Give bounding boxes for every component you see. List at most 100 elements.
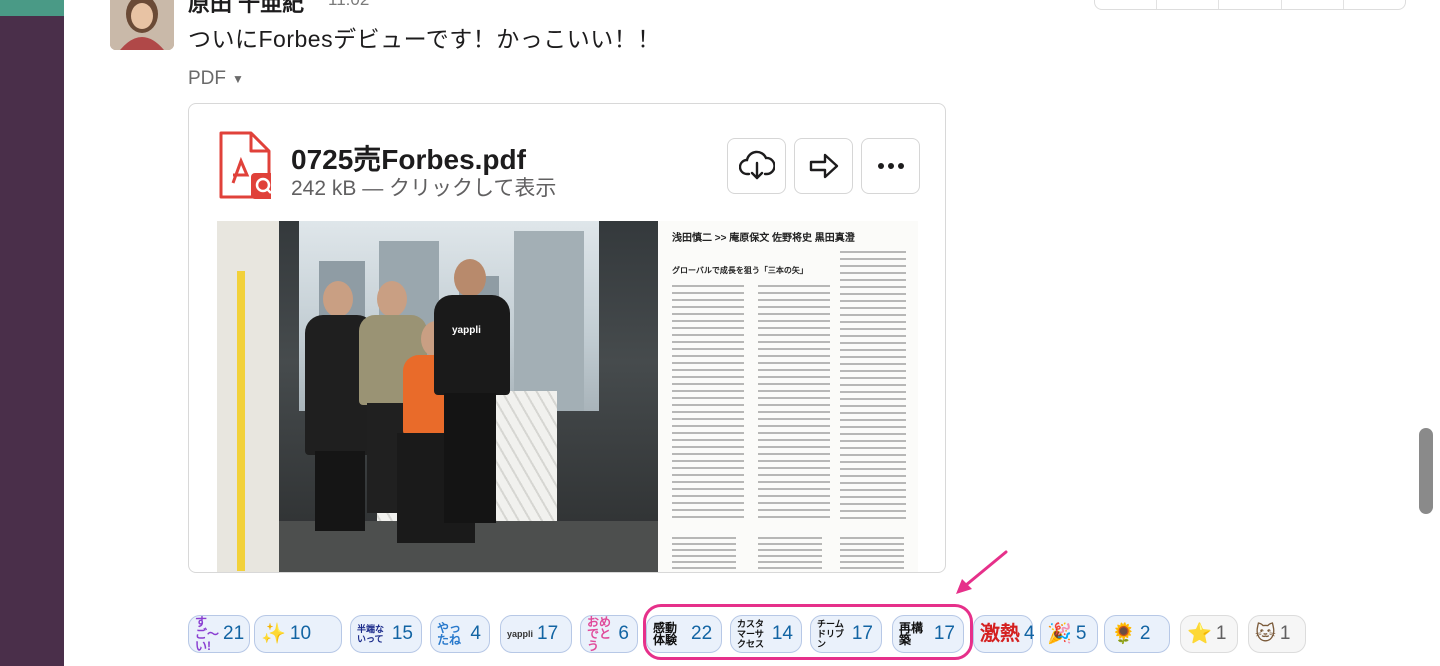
reaction-emoji: すご〜い! — [195, 615, 220, 653]
text-line — [758, 509, 830, 511]
text-line — [840, 335, 906, 337]
scrollbar[interactable] — [1419, 428, 1433, 514]
file-meta: 242 kB — クリックして表示 — [291, 177, 557, 200]
attachment-type-toggle[interactable]: PDF ▼ — [188, 68, 244, 90]
shirt-logo: yappli — [452, 325, 481, 336]
text-line — [758, 446, 830, 448]
text-line — [840, 279, 906, 281]
message-timestamp[interactable]: 11:02 — [328, 0, 369, 10]
text-line — [758, 285, 830, 287]
text-line — [758, 390, 830, 392]
reaction-pill[interactable]: ⭐ 1 — [1180, 615, 1238, 653]
message-action-share[interactable] — [1219, 0, 1282, 9]
text-line — [758, 543, 822, 545]
message-actions-toolbar[interactable] — [1094, 0, 1406, 10]
text-line — [840, 567, 904, 569]
text-line — [758, 369, 830, 371]
text-line — [672, 495, 744, 497]
text-line — [672, 341, 744, 343]
text-line — [758, 418, 830, 420]
avatar[interactable] — [110, 0, 174, 50]
message-action-save[interactable] — [1282, 0, 1344, 9]
text-line — [840, 440, 906, 442]
text-line — [672, 299, 744, 301]
text-line — [758, 439, 830, 441]
reaction-pill[interactable]: yappli 17 — [500, 615, 572, 653]
attachment-type-label: PDF — [188, 68, 226, 89]
text-line — [672, 446, 744, 448]
text-line — [758, 481, 830, 483]
reaction-pill[interactable]: 半端ないって 15 — [350, 615, 422, 653]
text-line — [758, 292, 830, 294]
annotation-highlight — [643, 604, 973, 660]
more-button[interactable] — [861, 138, 920, 194]
reaction-count: 17 — [537, 623, 559, 644]
text-line — [672, 334, 744, 336]
text-line — [672, 306, 744, 308]
reaction-pill[interactable]: 激熱 4 — [973, 615, 1035, 653]
pdf-preview[interactable]: yappli 浅田慎二 >> 庵原保文 佐野将史 黒田真澄 グローバルで成長を狙… — [217, 221, 918, 572]
text-line — [758, 516, 830, 518]
text-line — [758, 334, 830, 336]
download-button[interactable] — [727, 138, 786, 194]
text-line — [758, 362, 830, 364]
message-action-reaction[interactable] — [1095, 0, 1158, 9]
text-line — [840, 489, 906, 491]
text-line — [672, 543, 736, 545]
text-line — [672, 348, 744, 350]
text-line — [840, 496, 906, 498]
text-line — [840, 412, 906, 414]
text-line — [672, 418, 744, 420]
text-line — [758, 355, 830, 357]
text-line — [672, 383, 744, 385]
reaction-pill[interactable]: ✨ 10 — [254, 615, 342, 653]
text-line — [672, 509, 744, 511]
reaction-pill[interactable]: すご〜い! 21 — [188, 615, 250, 653]
text-line — [672, 502, 744, 504]
reaction-count: 10 — [289, 623, 312, 644]
text-line — [840, 300, 906, 302]
text-line — [840, 265, 906, 267]
reaction-emoji: 🐱 — [1255, 623, 1276, 645]
text-line — [840, 398, 906, 400]
text-line — [672, 453, 744, 455]
reaction-pill[interactable]: 🎉 5 — [1040, 615, 1098, 653]
reaction-pill[interactable]: おめでとう 6 — [580, 615, 638, 653]
text-line — [840, 426, 906, 428]
reaction-pill[interactable]: やったね 4 — [430, 615, 490, 653]
text-line — [758, 327, 830, 329]
text-line — [758, 299, 830, 301]
text-line — [672, 488, 744, 490]
message-action-more[interactable] — [1344, 0, 1405, 9]
text-line — [840, 461, 906, 463]
text-line — [840, 468, 906, 470]
text-line — [672, 474, 744, 476]
text-line — [840, 251, 906, 253]
text-line — [672, 327, 744, 329]
text-line — [758, 537, 822, 539]
text-line — [840, 537, 904, 539]
text-line — [758, 488, 830, 490]
preview-text-page: 浅田慎二 >> 庵原保文 佐野将史 黒田真澄 グローバルで成長を狙う「三本の矢」 — [658, 221, 918, 572]
reaction-pill[interactable]: 🐱 1 — [1248, 615, 1306, 653]
text-line — [840, 314, 906, 316]
text-line — [672, 355, 744, 357]
text-line — [758, 341, 830, 343]
reaction-emoji: 🌻 — [1111, 623, 1136, 645]
reaction-count: 4 — [470, 623, 481, 644]
caret-down-icon: ▼ — [232, 71, 244, 86]
sidebar-accent — [0, 0, 64, 16]
message-author[interactable]: 原田 千亜紀 — [188, 0, 304, 18]
text-line — [758, 555, 822, 557]
file-card[interactable]: 0725売Forbes.pdf 242 kB — クリックして表示 yappli… — [188, 103, 946, 573]
workspace-sidebar — [0, 0, 64, 666]
text-line — [840, 342, 906, 344]
reaction-emoji: ✨ — [261, 623, 286, 645]
reaction-emoji: 🎉 — [1047, 623, 1072, 645]
text-line — [672, 404, 744, 406]
share-button[interactable] — [794, 138, 853, 194]
text-line — [758, 376, 830, 378]
reaction-pill[interactable]: 🌻 2 — [1104, 615, 1170, 653]
text-line — [672, 390, 744, 392]
message-action-thread[interactable] — [1157, 0, 1220, 9]
